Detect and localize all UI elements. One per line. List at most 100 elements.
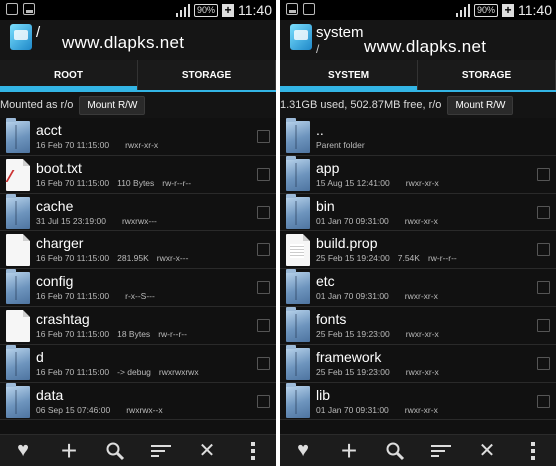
file-row[interactable]: build.prop 25 Feb 15 19:24:00 7.54K rw-r--r… bbox=[280, 231, 556, 270]
clock: 11:40 bbox=[518, 2, 552, 18]
select-checkbox[interactable] bbox=[257, 318, 270, 332]
file-date: 01 Jan 70 09:31:00 bbox=[316, 291, 389, 302]
plus-icon[interactable]: + bbox=[338, 435, 360, 466]
tab-storage[interactable]: STORAGE bbox=[138, 60, 276, 90]
select-checkbox[interactable] bbox=[257, 281, 270, 295]
charging-icon: + bbox=[222, 3, 234, 17]
tab-system[interactable]: SYSTEM bbox=[280, 60, 418, 90]
file-row[interactable]: fonts 25 Feb 15 19:23:00 rwxr-xr-x bbox=[280, 306, 556, 345]
select-checkbox[interactable] bbox=[257, 167, 270, 181]
file-row[interactable]: d 16 Feb 70 11:15:00 -> debug rwxrwxrwx bbox=[0, 344, 276, 383]
file-meta: 25 Feb 15 19:23:00 rwxr-xr-x bbox=[316, 329, 439, 339]
select-checkbox[interactable] bbox=[257, 243, 270, 257]
file-row[interactable]: lib 01 Jan 70 09:31:00 rwxr-xr-x bbox=[280, 382, 556, 421]
file-date: 16 Feb 70 11:15:00 bbox=[36, 291, 110, 302]
select-checkbox[interactable] bbox=[537, 243, 550, 257]
close-icon[interactable]: ✕ bbox=[196, 440, 218, 462]
file-perms: rw-r--r-- bbox=[158, 328, 187, 339]
app-icon[interactable] bbox=[10, 24, 32, 50]
file-row[interactable]: framework 25 Feb 15 19:23:00 rwxr-xr-x bbox=[280, 344, 556, 383]
file-meta: 16 Feb 70 11:15:00 -> debug rwxrwxrwx bbox=[36, 367, 199, 377]
file-perms: rwxr-x--- bbox=[156, 253, 189, 264]
select-checkbox[interactable] bbox=[537, 281, 550, 295]
file-size: 110 Bytes bbox=[117, 177, 155, 188]
signal-icon bbox=[175, 3, 190, 17]
folder-icon bbox=[6, 193, 30, 229]
select-checkbox[interactable] bbox=[257, 205, 270, 219]
plus-icon[interactable]: + bbox=[58, 435, 80, 466]
file-name: app bbox=[316, 159, 340, 176]
image-notification-icon bbox=[286, 3, 298, 15]
file-date: 01 Jan 70 09:31:00 bbox=[316, 215, 389, 226]
file-row[interactable]: boot.txt 16 Feb 70 11:15:00 110 Bytes rw-r-… bbox=[0, 156, 276, 194]
search-icon[interactable] bbox=[384, 440, 406, 462]
file-row[interactable]: data 06 Sep 15 07:46:00 rwxrwx--x bbox=[0, 382, 276, 421]
folder-icon bbox=[286, 193, 310, 229]
file-name: crashtag bbox=[36, 310, 90, 327]
heart-icon[interactable]: ♥ bbox=[12, 439, 34, 462]
file-row[interactable]: app 15 Aug 15 12:41:00 rwxr-xr-x bbox=[280, 155, 556, 194]
file-size: 281.95K bbox=[117, 253, 149, 264]
file-perms: rwxrwx--x bbox=[126, 404, 163, 415]
folder-icon bbox=[286, 306, 310, 342]
file-icon bbox=[6, 234, 30, 267]
file-meta: 16 Feb 70 11:15:00 rwxr-xr-x bbox=[36, 140, 158, 150]
file-name: d bbox=[36, 348, 44, 365]
mount-rw-button[interactable]: Mount R/W bbox=[447, 95, 514, 115]
file-name: config bbox=[36, 273, 74, 290]
sort-icon[interactable] bbox=[430, 440, 452, 462]
select-checkbox[interactable] bbox=[537, 205, 550, 219]
tab-root[interactable]: ROOT bbox=[0, 60, 138, 90]
bottom-toolbar: ♥ + ✕ bbox=[280, 434, 556, 466]
file-icon bbox=[6, 158, 30, 191]
file-icon bbox=[6, 309, 30, 342]
heart-icon[interactable]: ♥ bbox=[292, 439, 314, 462]
app-icon[interactable] bbox=[290, 24, 312, 50]
folder-icon bbox=[286, 382, 310, 418]
file-perms: rwxr-xr-x bbox=[404, 404, 438, 415]
file-row[interactable]: bin 01 Jan 70 09:31:00 rwxr-xr-x bbox=[280, 193, 556, 232]
file-perms: r-x--S--- bbox=[125, 291, 155, 302]
tab-storage[interactable]: STORAGE bbox=[418, 60, 556, 90]
file-perms: rwxr-xr-x bbox=[405, 177, 439, 188]
file-row[interactable]: config 16 Feb 70 11:15:00 r-x--S--- bbox=[0, 269, 276, 307]
select-checkbox[interactable] bbox=[257, 356, 270, 370]
charging-icon: + bbox=[502, 3, 514, 17]
file-date: 01 Jan 70 09:31:00 bbox=[316, 404, 389, 415]
select-checkbox[interactable] bbox=[537, 318, 550, 332]
sort-icon[interactable] bbox=[150, 440, 172, 462]
more-icon[interactable] bbox=[242, 440, 264, 462]
file-meta: 01 Jan 70 09:31:00 rwxr-xr-x bbox=[316, 216, 438, 226]
select-checkbox[interactable] bbox=[257, 394, 270, 408]
file-date: 16 Feb 70 11:15:00 bbox=[36, 177, 110, 188]
file-name: data bbox=[36, 386, 64, 403]
file-meta: 01 Jan 70 09:31:00 rwxr-xr-x bbox=[316, 291, 438, 301]
file-name: boot.txt bbox=[36, 159, 82, 176]
folder-icon bbox=[286, 344, 310, 380]
more-icon[interactable] bbox=[522, 440, 544, 462]
mount-rw-button[interactable]: Mount R/W bbox=[79, 95, 146, 115]
file-row[interactable]: cache 31 Jul 15 23:19:00 rwxrwx--- bbox=[0, 193, 276, 232]
file-name: charger bbox=[36, 235, 84, 252]
select-checkbox[interactable] bbox=[537, 394, 550, 408]
file-row[interactable]: crashtag 16 Feb 70 11:15:00 18 Bytes rw-r--… bbox=[0, 307, 276, 345]
file-name: framework bbox=[316, 348, 382, 365]
file-date: Parent folder bbox=[316, 140, 365, 150]
folder-icon bbox=[6, 344, 30, 380]
notification-icon bbox=[303, 3, 315, 15]
close-icon[interactable]: ✕ bbox=[476, 440, 498, 462]
file-row[interactable]: acct 16 Feb 70 11:15:00 rwxr-xr-x bbox=[0, 118, 276, 156]
search-icon[interactable] bbox=[104, 440, 126, 462]
file-row[interactable]: charger 16 Feb 70 11:15:00 281.95K rwxr-x--… bbox=[0, 231, 276, 270]
file-date: 16 Feb 70 11:15:00 bbox=[36, 253, 110, 264]
select-checkbox[interactable] bbox=[257, 130, 270, 143]
file-row[interactable]: .. Parent folder bbox=[280, 118, 556, 156]
file-icon bbox=[286, 234, 310, 267]
select-checkbox[interactable] bbox=[537, 356, 550, 370]
select-checkbox[interactable] bbox=[537, 167, 550, 181]
file-name: lib bbox=[316, 386, 331, 403]
path-title: / bbox=[36, 24, 41, 41]
battery-indicator: 90% bbox=[473, 3, 498, 17]
file-name: bin bbox=[316, 197, 335, 214]
file-row[interactable]: etc 01 Jan 70 09:31:00 rwxr-xr-x bbox=[280, 269, 556, 307]
